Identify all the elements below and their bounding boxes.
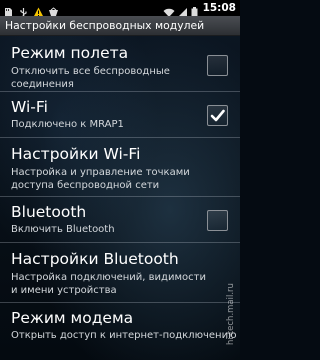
item-title: Режим полета (11, 44, 129, 62)
item-summary: Подключено к MRAP1 (11, 119, 124, 130)
item-summary: Настройка и управление точками доступа б… (11, 167, 190, 191)
warning-icon (33, 3, 44, 17)
list-item-wifi[interactable]: Wi-Fi Подключено к MRAP1 (0, 92, 240, 138)
list-item-bluetooth-settings[interactable]: Настройки Bluetooth Настройка подключени… (0, 243, 240, 303)
wifi-checkbox[interactable] (207, 105, 228, 126)
title-bar: Настройки беспроводных модулей (0, 16, 240, 36)
signal-icon (177, 3, 188, 17)
watermark: hi-tech.mail.ru (226, 283, 236, 345)
item-title: Bluetooth (11, 203, 87, 221)
item-summary: Настройка подключений, видимости и имени… (11, 272, 206, 296)
item-title: Режим модема (11, 309, 134, 327)
page-title: Настройки беспроводных модулей (5, 19, 205, 32)
battery-icon (191, 3, 198, 17)
status-bar: 15:08 (0, 0, 240, 18)
item-summary: Включить Bluetooth (11, 224, 115, 235)
list-item-bluetooth[interactable]: Bluetooth Включить Bluetooth (0, 197, 240, 243)
item-title: Настройки Bluetooth (11, 250, 179, 268)
bluetooth-checkbox[interactable] (207, 210, 228, 231)
item-title: Настройки Wi-Fi (11, 145, 141, 163)
notification-icon (48, 3, 59, 16)
item-summary: Отключить все беспроводные соединения (11, 66, 170, 90)
list-item-wifi-settings[interactable]: Настройки Wi-Fi Настройка и управление т… (0, 138, 240, 197)
settings-list: Режим полета Отключить все беспроводные … (0, 36, 240, 343)
sd-card-icon (3, 3, 14, 17)
clock: 15:08 (202, 2, 236, 14)
item-title: Wi-Fi (11, 98, 48, 116)
list-item-airplane-mode[interactable]: Режим полета Отключить все беспроводные … (0, 36, 240, 92)
list-item-tethering[interactable]: Режим модема Открыть доступ к интернет-п… (0, 303, 240, 343)
item-summary: Открыть доступ к интернет-подключению (11, 330, 237, 341)
wifi-icon (163, 3, 175, 17)
checkmark-icon (210, 109, 225, 122)
usb-icon (18, 3, 29, 18)
airplane-mode-checkbox[interactable] (207, 55, 228, 76)
